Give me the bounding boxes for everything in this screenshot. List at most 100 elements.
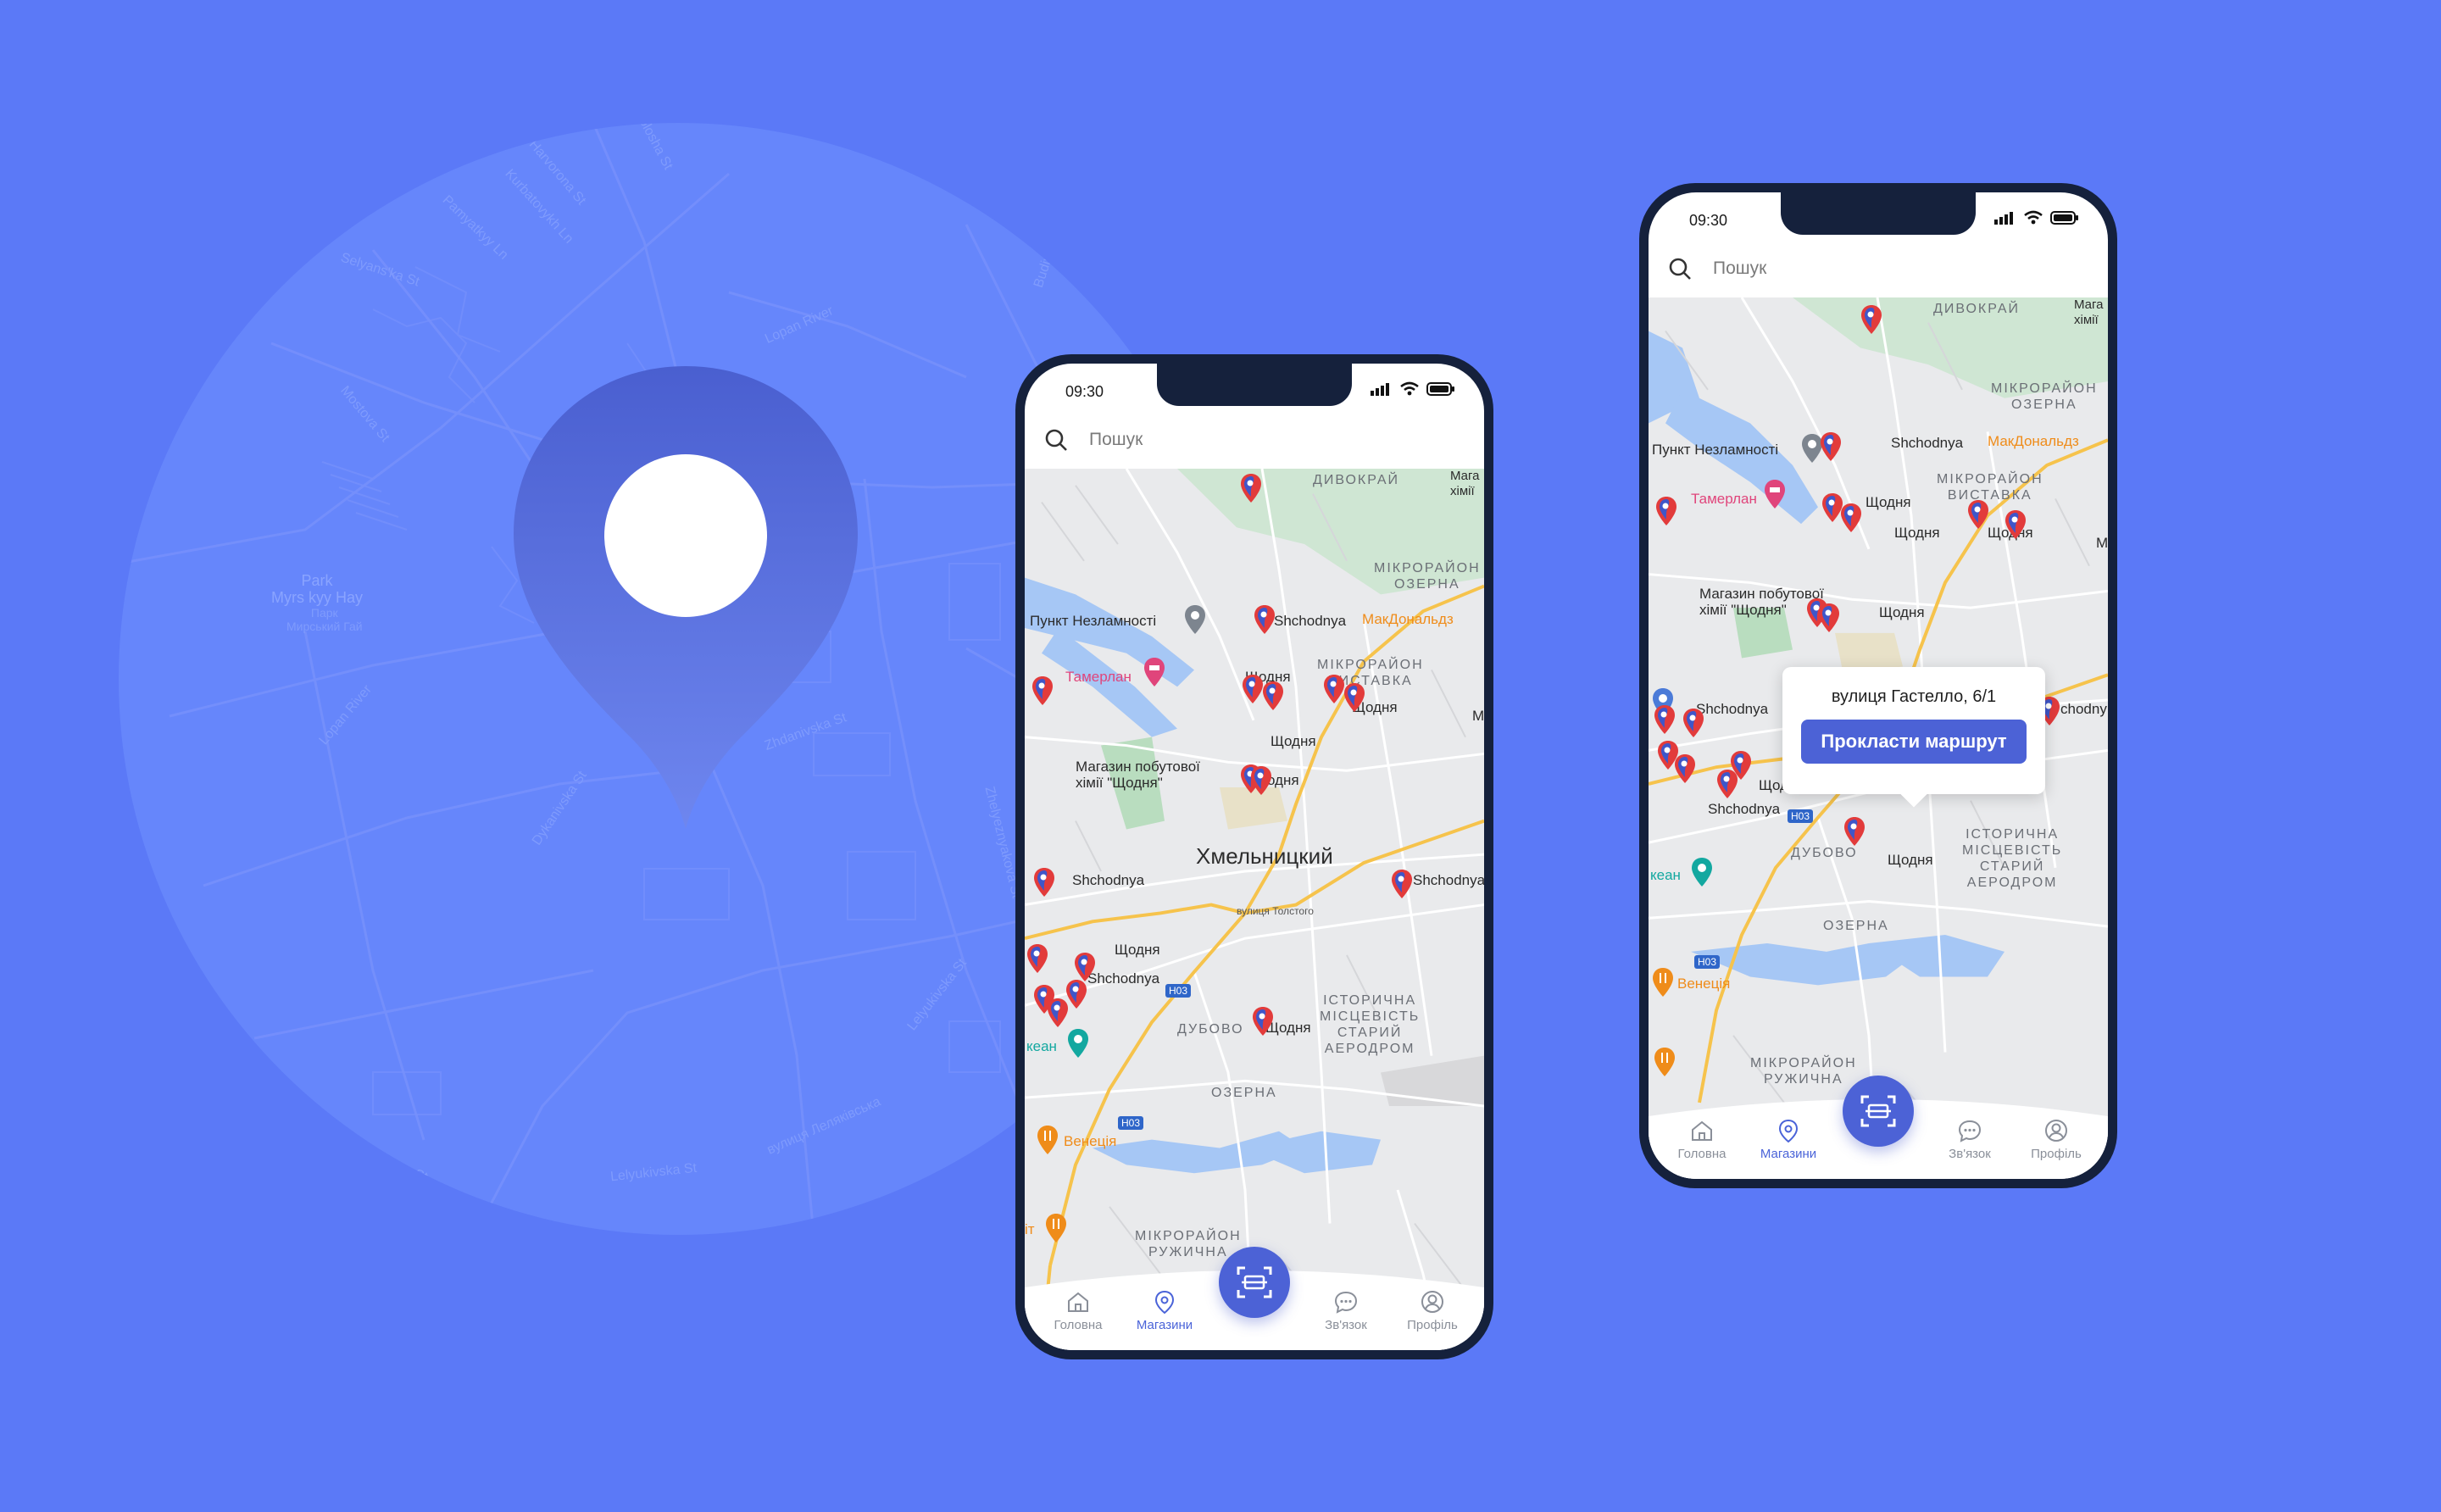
home-icon: [1692, 1120, 1712, 1141]
store-label: Shchodnya: [1891, 435, 1964, 451]
poi-venetsia[interactable]: Венеція: [1677, 976, 1730, 992]
bottom-navigation: Головна Магазини Зв'язок Профіль: [1025, 1247, 1484, 1350]
store-pin-icon[interactable]: [1323, 674, 1345, 704]
poi-it[interactable]: іт: [1025, 1221, 1035, 1238]
store-popup[interactable]: вулиця Гастелло, 6/1 Прокласти маршрут: [1782, 667, 2045, 808]
store-pin-icon[interactable]: [1840, 503, 1862, 533]
store-pin-icon[interactable]: [1818, 603, 1840, 633]
area-label: ДУБОВО: [1791, 846, 1858, 860]
store-pin-icon[interactable]: [1654, 704, 1676, 735]
search-bar[interactable]: Пошук: [1649, 240, 2108, 297]
nav-profile[interactable]: Профіль: [2018, 1118, 2094, 1162]
nav-contact[interactable]: Зв'язок: [1308, 1289, 1384, 1333]
search-input[interactable]: Пошук: [1089, 430, 1143, 450]
store-pin-icon[interactable]: [1250, 765, 1272, 796]
park-pin-icon[interactable]: [1691, 857, 1713, 887]
poi-maga[interactable]: Мага хімії: [1450, 469, 1480, 499]
area-label: ДУБОВО: [1177, 1022, 1244, 1037]
hotel-pin-icon[interactable]: [1764, 479, 1786, 509]
poi-okean[interactable]: кеан: [1650, 867, 1681, 884]
nav-contact[interactable]: Зв'язок: [1932, 1118, 2008, 1162]
road-badge: H03: [1788, 809, 1814, 823]
store-label: Shchodnya: [1087, 970, 1160, 987]
area-label: ОЗЕРНА: [1823, 919, 1889, 933]
store-pin-icon[interactable]: [1343, 682, 1365, 713]
store-pin-icon[interactable]: [1242, 674, 1264, 704]
nav-home[interactable]: Головна: [1040, 1289, 1116, 1333]
park-pin-icon[interactable]: [1067, 1028, 1089, 1059]
area-label: МІКРОРАЙОН РУЖИЧНА: [1135, 1229, 1242, 1259]
store-pin-icon[interactable]: [1655, 496, 1677, 526]
store-pin-icon[interactable]: [1254, 604, 1276, 635]
poi-magazin[interactable]: Магазин побутової хімії "Щодня": [1076, 759, 1200, 791]
store-pin-icon[interactable]: [1026, 943, 1048, 974]
nav-stores[interactable]: Магазини: [1126, 1289, 1203, 1333]
wifi-icon: [1400, 381, 1419, 396]
nav-profile[interactable]: Профіль: [1394, 1289, 1471, 1333]
poi-tamerlan[interactable]: Тамерлан: [1691, 491, 1757, 508]
area-label: ІСТОРИЧНА МІСЦЕВІСТЬ СТАРИЙ АЕРОДРОМ: [1962, 827, 2063, 890]
map-view[interactable]: ДИВОКРАЙ МІКРОРАЙОН ОЗЕРНА МІКРОРАЙОН ВИ…: [1649, 297, 2108, 1179]
restaurant-pin-icon[interactable]: [1654, 1047, 1676, 1077]
poi-magazin[interactable]: Магазин побутової хімії "Щодня": [1699, 586, 1824, 618]
store-pin-icon[interactable]: [1074, 952, 1096, 982]
poi-venetsia[interactable]: Венеція: [1064, 1133, 1116, 1150]
store-label: Щодня: [1888, 852, 1933, 868]
nav-contact-label: Зв'язок: [1325, 1318, 1367, 1332]
nav-profile-label: Профіль: [1407, 1318, 1458, 1332]
phone-screen: 09:30 Пошук ДИВОКРАЙ МІКРОРАЙОН ОЗЕРНА М…: [1649, 192, 2108, 1179]
poi-mcdonalds[interactable]: МакДональдз: [1362, 611, 1454, 628]
search-bar[interactable]: Пошук: [1025, 411, 1484, 469]
store-pin-icon[interactable]: [1674, 753, 1696, 784]
poi-punkt-nezlamnosti[interactable]: Пункт Незламності: [1652, 442, 1778, 459]
store-pin-icon[interactable]: [1262, 681, 1284, 711]
store-pin-icon[interactable]: [1967, 499, 1989, 530]
area-label: МІКРОРАЙОН ОЗЕРНА: [1374, 561, 1481, 592]
poi-okean[interactable]: кеан: [1026, 1038, 1057, 1055]
store-pin-icon[interactable]: [1843, 816, 1866, 847]
area-label: МІКРОРАЙОН ВИСТАВКА: [1937, 472, 2043, 503]
phone-mockup-right: 09:30 Пошук ДИВОКРАЙ МІКРОРАЙОН ОЗЕРНА М…: [1639, 183, 2117, 1188]
poi-mcdonalds[interactable]: МакДональдз: [1988, 433, 2079, 450]
road-badge: H03: [1118, 1116, 1144, 1130]
poi-punkt-nezlamnosti[interactable]: Пункт Незламності: [1030, 613, 1156, 630]
store-pin-icon[interactable]: [1031, 675, 1054, 706]
road-badge: H03: [1694, 955, 1721, 969]
restaurant-pin-icon[interactable]: [1045, 1213, 1067, 1243]
hotel-pin-icon[interactable]: [1143, 657, 1165, 687]
store-pin-icon[interactable]: [1252, 1006, 1274, 1037]
signal-icon: [1994, 212, 2013, 225]
build-route-button[interactable]: Прокласти маршрут: [1801, 720, 2027, 764]
scan-button[interactable]: [1843, 1076, 1914, 1147]
restaurant-pin-icon[interactable]: [1037, 1125, 1059, 1155]
battery-icon: [2050, 211, 2078, 225]
store-pin-icon[interactable]: [1682, 708, 1704, 738]
signal-icon: [1371, 383, 1389, 396]
store-pin-icon[interactable]: [1820, 431, 1842, 462]
store-pin-icon[interactable]: [1065, 979, 1087, 1009]
poi-tamerlan[interactable]: Тамерлан: [1065, 669, 1132, 686]
chat-icon: [1334, 1291, 1358, 1314]
bottom-navigation: Головна Магазини Зв'язок Профіль: [1649, 1076, 2108, 1179]
scan-button[interactable]: [1219, 1247, 1290, 1318]
store-pin-icon[interactable]: [2005, 509, 2027, 540]
map-view[interactable]: ДИВОКРАЙ МІКРОРАЙОН ОЗЕРНА МІКРОРАЙОН ВИ…: [1025, 469, 1484, 1350]
park-label: Park Myrs kyy Hay: [271, 572, 363, 606]
nav-stores-label: Магазини: [1760, 1147, 1817, 1161]
store-label: Щодня: [1866, 494, 1911, 510]
search-input[interactable]: Пошук: [1713, 258, 1766, 279]
large-location-pin-icon: [514, 366, 858, 829]
store-pin-icon[interactable]: [1240, 473, 1262, 503]
store-pin-icon[interactable]: [1033, 867, 1055, 898]
nav-home[interactable]: Головна: [1664, 1118, 1740, 1162]
area-label: МІКРОРАЙОН ОЗЕРНА: [1991, 381, 2098, 412]
store-pin-icon[interactable]: [1716, 769, 1738, 799]
store-pin-icon[interactable]: [1391, 869, 1413, 899]
store-pin-icon[interactable]: [1860, 304, 1882, 335]
nav-stores[interactable]: Магазини: [1750, 1118, 1827, 1162]
grey-place-pin-icon[interactable]: [1184, 604, 1206, 635]
map-pin-icon: [1778, 1119, 1799, 1143]
store-label: Shchodnya: [1274, 613, 1347, 629]
poi-maga[interactable]: Мага хімії: [2074, 297, 2104, 328]
restaurant-pin-icon[interactable]: [1652, 967, 1674, 998]
